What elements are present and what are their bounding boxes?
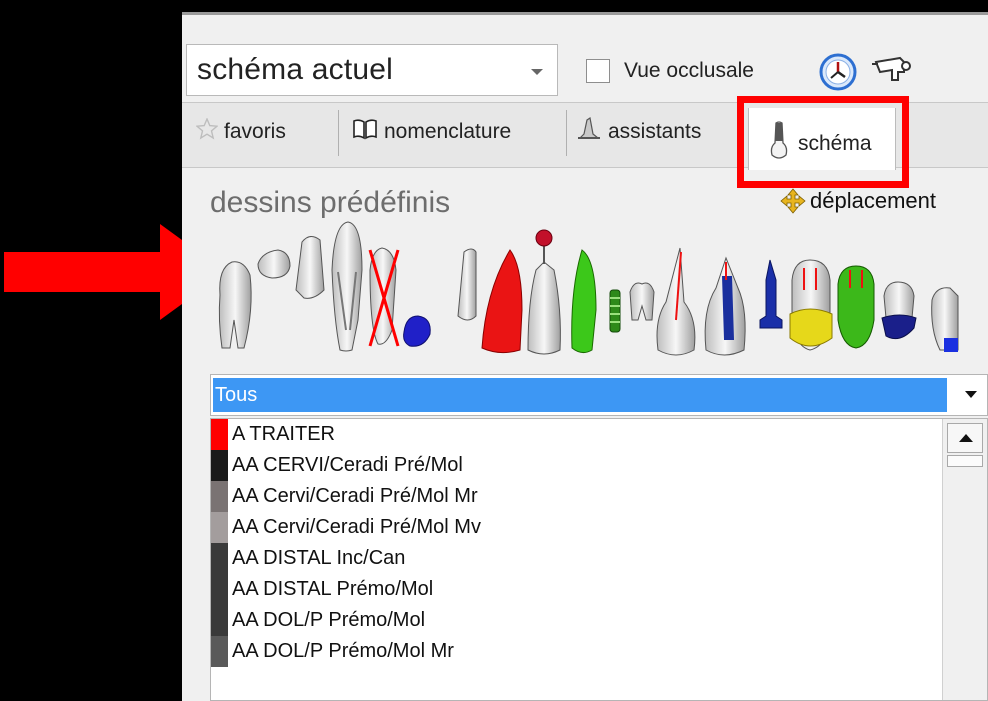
drawing-crown[interactable] xyxy=(257,249,291,279)
drawing-molar[interactable] xyxy=(218,261,252,349)
list-item-label: AA CERVI/Ceradi Pré/Mol xyxy=(232,454,463,476)
list-item-label: A TRAITER xyxy=(232,423,335,445)
list-item-label: AA Cervi/Ceradi Pré/Mol Mr xyxy=(232,485,478,507)
list-item-label: AA DISTAL Prémo/Mol xyxy=(232,578,434,600)
list-scrollbar[interactable] xyxy=(942,419,987,700)
color-swatch xyxy=(211,419,228,450)
list-item-label: AA DOL/P Prémo/Mol Mr xyxy=(232,640,454,662)
color-swatch xyxy=(211,574,228,605)
color-swatch xyxy=(211,605,228,636)
drawing-red-tooth[interactable] xyxy=(481,249,523,354)
occlusal-view-checkbox[interactable] xyxy=(586,59,610,83)
list-item[interactable]: AA CERVI/Ceradi Pré/Mol xyxy=(211,450,987,481)
chevron-down-icon xyxy=(531,69,543,75)
drawing-post[interactable] xyxy=(527,229,561,355)
drawing-green-crown[interactable] xyxy=(837,265,875,349)
list-item[interactable]: A TRAITER xyxy=(211,419,987,450)
drawing-gold-crown[interactable] xyxy=(789,259,833,351)
scroll-up-button[interactable] xyxy=(947,423,983,453)
arrow-up-icon xyxy=(959,434,973,442)
star-icon xyxy=(195,117,219,146)
clock-icon[interactable] xyxy=(818,52,858,92)
tab-assistants-label: assistants xyxy=(608,120,702,143)
drawing-small-molar[interactable] xyxy=(629,282,655,321)
drawing-list[interactable]: A TRAITER AA CERVI/Ceradi Pré/Mol AA Cer… xyxy=(210,418,988,701)
list-item[interactable]: AA DOL/P Prémo/Mol Mr xyxy=(211,636,987,667)
tooth-chart-panel: schéma actuel Vue occlusale favoris nome… xyxy=(182,12,988,701)
predefined-drawings-strip xyxy=(218,221,959,356)
highlight-box xyxy=(737,96,909,188)
category-filter-value: Tous xyxy=(213,378,947,412)
chevron-down-icon xyxy=(965,391,977,398)
move-label: déplacement xyxy=(810,188,936,213)
drawing-green-tooth[interactable] xyxy=(571,249,597,354)
list-item[interactable]: AA DOL/P Prémo/Mol xyxy=(211,605,987,636)
drawing-round-tooth[interactable] xyxy=(656,247,696,356)
panel-border xyxy=(182,12,988,15)
color-swatch xyxy=(211,512,228,543)
drawing-edge-tooth[interactable] xyxy=(931,287,959,352)
list-item-label: AA DOL/P Prémo/Mol xyxy=(232,609,426,631)
list-item[interactable]: AA DISTAL Inc/Can xyxy=(211,543,987,574)
scroll-thumb[interactable] xyxy=(947,455,983,467)
tab-assistants[interactable]: assistants xyxy=(576,110,701,154)
view-select[interactable]: schéma actuel xyxy=(186,44,558,96)
wizard-hat-icon xyxy=(576,116,602,148)
view-select-value: schéma actuel xyxy=(197,53,394,86)
occlusal-view-label[interactable]: Vue occlusale xyxy=(624,59,754,83)
drawing-navy-crown[interactable] xyxy=(881,281,917,340)
book-icon xyxy=(352,118,378,146)
list-item-label: AA Cervi/Ceradi Pré/Mol Mv xyxy=(232,516,481,538)
list-item-label: AA DISTAL Inc/Can xyxy=(232,547,406,569)
color-swatch xyxy=(211,636,228,667)
drawing-premolar[interactable] xyxy=(331,221,363,352)
list-item[interactable]: AA Cervi/Ceradi Pré/Mol Mr xyxy=(211,481,987,512)
move-button[interactable]: déplacement xyxy=(780,188,936,214)
color-swatch xyxy=(211,450,228,481)
drawing-incisor[interactable] xyxy=(457,248,477,321)
list-item[interactable]: AA Cervi/Ceradi Pré/Mol Mv xyxy=(211,512,987,543)
predefined-drawings-title: dessins prédéfinis xyxy=(210,186,451,219)
drawing-implant[interactable] xyxy=(609,289,621,333)
tab-separator xyxy=(338,110,339,156)
drawing-root-canal[interactable] xyxy=(704,256,746,356)
drawing-extraction[interactable] xyxy=(368,247,400,347)
drawing-root[interactable] xyxy=(295,236,325,299)
tab-nomenclature[interactable]: nomenclature xyxy=(352,110,511,154)
drawing-implant-head[interactable] xyxy=(403,315,431,347)
tab-separator xyxy=(566,110,567,156)
tab-favorites[interactable]: favoris xyxy=(195,110,286,154)
tab-nomenclature-label: nomenclature xyxy=(384,120,512,143)
drawing-blue-post[interactable] xyxy=(759,259,783,329)
color-swatch xyxy=(211,481,228,512)
color-swatch xyxy=(211,543,228,574)
category-filter-select[interactable]: Tous xyxy=(210,374,988,416)
dental-drill-icon[interactable] xyxy=(870,50,914,90)
tab-favorites-label: favoris xyxy=(224,120,286,143)
list-item[interactable]: AA DISTAL Prémo/Mol xyxy=(211,574,987,605)
move-arrows-icon xyxy=(780,188,806,214)
